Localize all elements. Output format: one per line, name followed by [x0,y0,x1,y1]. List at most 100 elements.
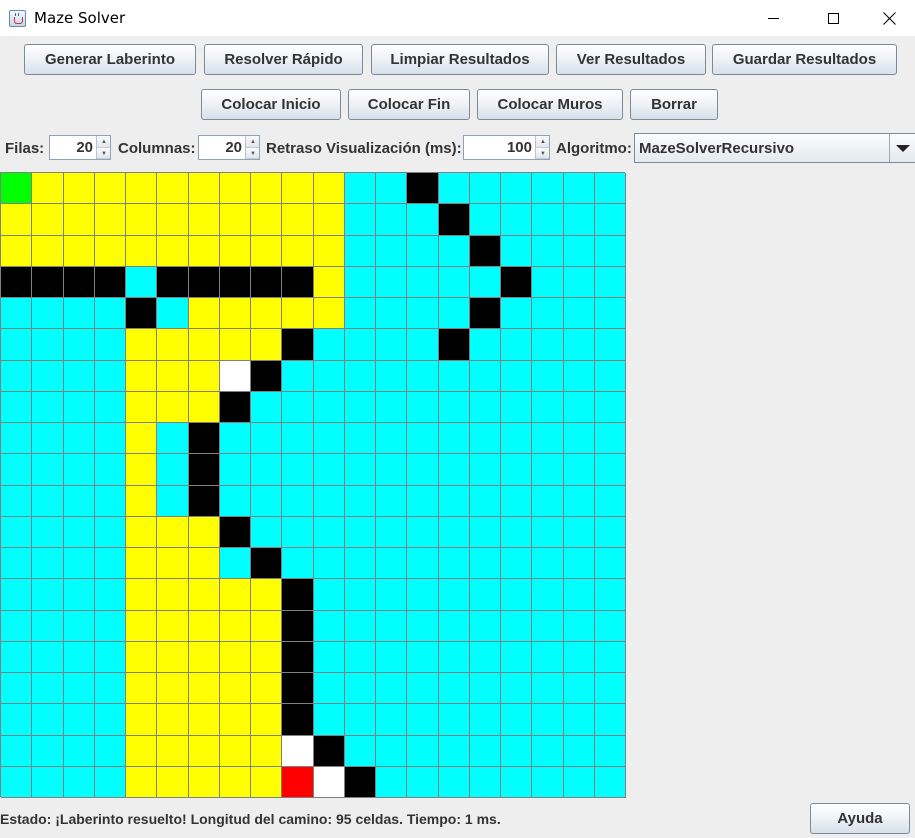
maze-cell-empty[interactable] [63,360,95,392]
maze-cell-empty[interactable] [313,579,345,611]
maze-cell-empty[interactable] [63,766,95,798]
maze-cell-empty[interactable] [563,329,595,361]
maze-cell-empty[interactable] [438,673,470,705]
maze-cell-empty[interactable] [407,673,439,705]
maze-cell-visited[interactable] [251,298,283,330]
maze-cell-visited[interactable] [126,673,158,705]
maze-cell-empty[interactable] [594,673,626,705]
filas-increment-button[interactable]: ▲ [97,136,110,148]
maze-cell-visited[interactable] [126,391,158,423]
maze-cell-empty[interactable] [32,735,64,767]
maze-cell-wall[interactable] [188,266,220,298]
maze-cell-empty[interactable] [469,579,501,611]
maze-cell-empty[interactable] [407,735,439,767]
maze-cell-empty[interactable] [469,548,501,580]
maze-cell-visited[interactable] [126,641,158,673]
maze-cell-wall[interactable] [251,360,283,392]
maze-cell-empty[interactable] [63,516,95,548]
maze-cell-empty[interactable] [1,610,33,642]
maze-cell-empty[interactable] [1,516,33,548]
maze-cell-empty[interactable] [376,735,408,767]
maze-cell-empty[interactable] [376,485,408,517]
maze-cell-empty[interactable] [282,454,314,486]
maze-cell-visited[interactable] [251,235,283,267]
maze-cell-empty[interactable] [501,360,533,392]
maze-cell-empty[interactable] [501,173,533,205]
maze-cell-visited[interactable] [188,329,220,361]
maze-cell-empty[interactable] [563,298,595,330]
maze-cell-empty[interactable] [63,423,95,455]
maze-cell-visited[interactable] [188,735,220,767]
maze-cell-empty[interactable] [594,454,626,486]
maze-grid[interactable] [0,172,626,798]
maze-cell-visited[interactable] [188,516,220,548]
maze-cell-empty[interactable] [376,266,408,298]
maze-cell-visited[interactable] [126,360,158,392]
maze-cell-empty[interactable] [313,704,345,736]
maze-cell-wall[interactable] [188,454,220,486]
maze-cell-wall[interactable] [282,641,314,673]
maze-cell-empty[interactable] [344,173,376,205]
maze-cell-empty[interactable] [32,766,64,798]
maze-cell-visited[interactable] [251,329,283,361]
maze-cell-empty[interactable] [251,485,283,517]
maze-cell-empty[interactable] [407,485,439,517]
maze-cell-empty[interactable] [563,516,595,548]
maze-cell-empty[interactable] [438,266,470,298]
maze-cell-empty[interactable] [501,704,533,736]
maze-cell-visited[interactable] [94,235,126,267]
maze-cell-empty[interactable] [376,516,408,548]
maze-cell-visited[interactable] [188,641,220,673]
maze-cell-empty[interactable] [563,423,595,455]
maze-cell-empty[interactable] [532,329,564,361]
maze-cell-empty[interactable] [94,329,126,361]
maze-cell-empty[interactable] [63,548,95,580]
maze-cell-empty[interactable] [469,329,501,361]
maze-cell-visited[interactable] [313,204,345,236]
maze-cell-empty[interactable] [63,735,95,767]
maze-cell-wall[interactable] [219,516,251,548]
maze-cell-visited[interactable] [282,298,314,330]
maze-cell-empty[interactable] [1,298,33,330]
maze-cell-visited[interactable] [188,235,220,267]
maze-cell-visited[interactable] [126,329,158,361]
maze-cell-empty[interactable] [376,173,408,205]
maze-cell-empty[interactable] [563,735,595,767]
maze-cell-empty[interactable] [407,204,439,236]
maze-cell-wall[interactable] [94,266,126,298]
maze-cell-empty[interactable] [532,298,564,330]
maze-cell-empty[interactable] [594,579,626,611]
maze-cell-empty[interactable] [63,485,95,517]
maze-cell-visited[interactable] [188,360,220,392]
filas-value[interactable]: 20 [50,136,96,159]
maze-cell-wall[interactable] [344,766,376,798]
maze-cell-empty[interactable] [63,704,95,736]
maze-cell-empty[interactable] [94,454,126,486]
maze-cell-empty[interactable] [32,610,64,642]
maze-cell-empty[interactable] [94,485,126,517]
maze-cell-empty[interactable] [501,641,533,673]
maze-cell-empty[interactable] [63,641,95,673]
maze-cell-empty[interactable] [563,173,595,205]
maze-cell-empty[interactable] [594,548,626,580]
maze-cell-empty[interactable] [407,548,439,580]
maze-cell-empty[interactable] [282,423,314,455]
maze-cell-empty[interactable] [63,673,95,705]
maze-cell-empty[interactable] [532,704,564,736]
maze-cell-empty[interactable] [469,454,501,486]
maze-cell-visited[interactable] [219,610,251,642]
maze-cell-visited[interactable] [313,266,345,298]
maze-cell-empty[interactable] [407,454,439,486]
maze-cell-empty[interactable] [344,516,376,548]
maze-cell-visited[interactable] [157,766,189,798]
maze-cell-empty[interactable] [532,610,564,642]
maze-cell-wall[interactable] [282,673,314,705]
maze-cell-wall[interactable] [188,485,220,517]
maze-cell-empty[interactable] [532,548,564,580]
maze-cell-empty[interactable] [126,266,158,298]
maze-cell-empty[interactable] [407,266,439,298]
columnas-decrement-button[interactable]: ▼ [246,147,259,159]
maze-cell-visited[interactable] [126,516,158,548]
maze-cell-empty[interactable] [532,673,564,705]
maze-cell-visited[interactable] [32,173,64,205]
